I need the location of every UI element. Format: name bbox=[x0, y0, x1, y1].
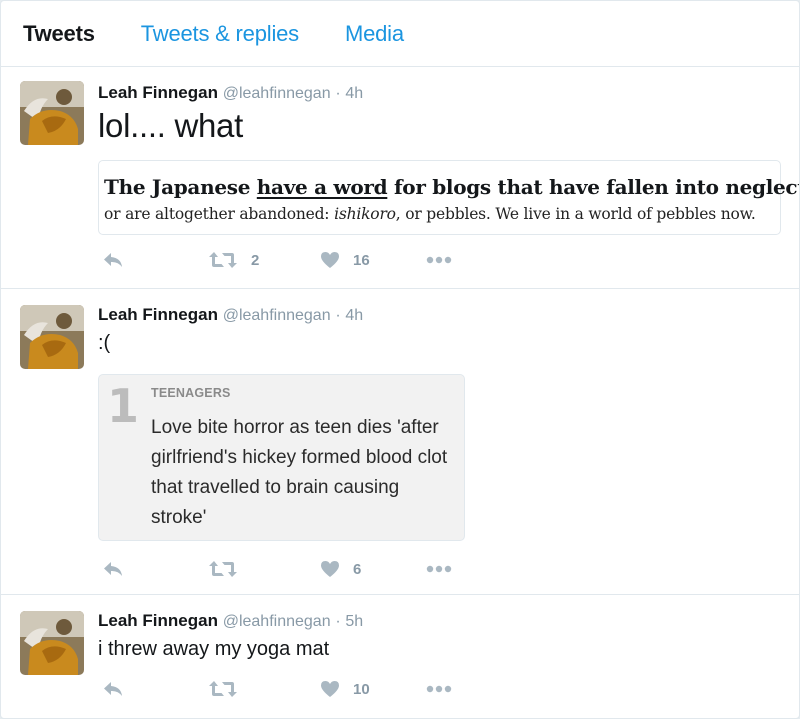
author-handle[interactable]: @leahfinnegan bbox=[223, 613, 331, 630]
more-icon bbox=[426, 256, 452, 264]
timestamp[interactable]: 5h bbox=[345, 613, 363, 630]
separator-dot: · bbox=[335, 613, 341, 630]
tweet-header: Leah Finnegan @leahfinnegan · 5h bbox=[98, 595, 799, 632]
avatar[interactable] bbox=[20, 305, 84, 369]
like-button[interactable]: 6 bbox=[320, 560, 361, 578]
tab-tweets-replies[interactable]: Tweets & replies bbox=[141, 21, 299, 47]
tweet-text: i threw away my yoga mat bbox=[98, 638, 330, 660]
author-name[interactable]: Leah Finnegan bbox=[98, 83, 218, 102]
separator-dot: · bbox=[335, 307, 341, 324]
reply-icon bbox=[104, 682, 122, 696]
more-icon bbox=[426, 565, 452, 573]
tweet-actions: 10 bbox=[98, 680, 799, 700]
quote-image-card[interactable]: The Japanese have a word for blogs that … bbox=[98, 160, 800, 235]
like-button[interactable]: 10 bbox=[320, 680, 370, 698]
tweet-header: Leah Finnegan @leahfinnegan · 4h bbox=[98, 289, 799, 326]
retweet-button[interactable] bbox=[208, 680, 251, 698]
tab-tweets[interactable]: Tweets bbox=[23, 21, 95, 47]
tweet-header: Leah Finnegan @leahfinnegan · 4h bbox=[98, 67, 799, 104]
tweet-text: :( bbox=[98, 332, 111, 354]
avatar[interactable] bbox=[20, 611, 84, 675]
author-handle[interactable]: @leahfinnegan bbox=[223, 307, 331, 324]
quote-body: or are altogether abandoned: ishikoro, o… bbox=[104, 205, 756, 223]
tweet[interactable]: Leah Finnegan @leahfinnegan · 5h i threw… bbox=[1, 595, 799, 718]
news-category: TEENAGERS bbox=[151, 386, 231, 400]
retweet-button[interactable] bbox=[208, 560, 251, 578]
news-image-card[interactable]: 1 TEENAGERS Love bite horror as teen die… bbox=[98, 374, 465, 541]
more-button[interactable] bbox=[426, 685, 452, 693]
timestamp[interactable]: 4h bbox=[345, 85, 363, 102]
author-name[interactable]: Leah Finnegan bbox=[98, 305, 218, 324]
reply-icon bbox=[104, 562, 122, 576]
retweet-button[interactable]: 2 bbox=[208, 251, 259, 269]
reply-button[interactable] bbox=[102, 560, 124, 578]
separator-dot: · bbox=[335, 85, 341, 102]
heart-icon bbox=[321, 681, 339, 697]
tweet-text: lol.... what bbox=[98, 107, 243, 144]
tweet[interactable]: Leah Finnegan @leahfinnegan · 4h lol....… bbox=[1, 67, 799, 289]
timeline-tabs: Tweets Tweets & replies Media bbox=[1, 1, 799, 67]
tab-media[interactable]: Media bbox=[345, 21, 404, 47]
tweet-actions: 6 bbox=[98, 560, 799, 580]
profile-timeline: Tweets Tweets & replies Media Leah Finne… bbox=[0, 0, 800, 719]
quote-headline: The Japanese have a word for blogs that … bbox=[104, 175, 800, 199]
heart-icon bbox=[321, 561, 339, 577]
author-handle[interactable]: @leahfinnegan bbox=[223, 85, 331, 102]
tweet[interactable]: Leah Finnegan @leahfinnegan · 4h :( 1 TE… bbox=[1, 289, 799, 595]
avatar[interactable] bbox=[20, 81, 84, 145]
retweet-icon bbox=[209, 252, 237, 268]
reply-icon bbox=[104, 253, 122, 267]
retweet-icon bbox=[209, 681, 237, 697]
retweet-icon bbox=[209, 561, 237, 577]
retweet-count: 2 bbox=[251, 251, 260, 269]
timestamp[interactable]: 4h bbox=[345, 307, 363, 324]
news-rank-number: 1 bbox=[107, 379, 140, 433]
author-name[interactable]: Leah Finnegan bbox=[98, 611, 218, 630]
like-button[interactable]: 16 bbox=[320, 251, 370, 269]
more-button[interactable] bbox=[426, 256, 452, 264]
more-icon bbox=[426, 685, 452, 693]
heart-icon bbox=[321, 252, 339, 268]
like-count: 6 bbox=[353, 560, 362, 578]
like-count: 10 bbox=[353, 680, 370, 698]
tweet-actions: 2 16 bbox=[98, 251, 799, 271]
reply-button[interactable] bbox=[102, 251, 124, 269]
like-count: 16 bbox=[353, 251, 370, 269]
more-button[interactable] bbox=[426, 565, 452, 573]
news-headline: Love bite horror as teen dies 'after gir… bbox=[151, 417, 448, 528]
reply-button[interactable] bbox=[102, 680, 124, 698]
